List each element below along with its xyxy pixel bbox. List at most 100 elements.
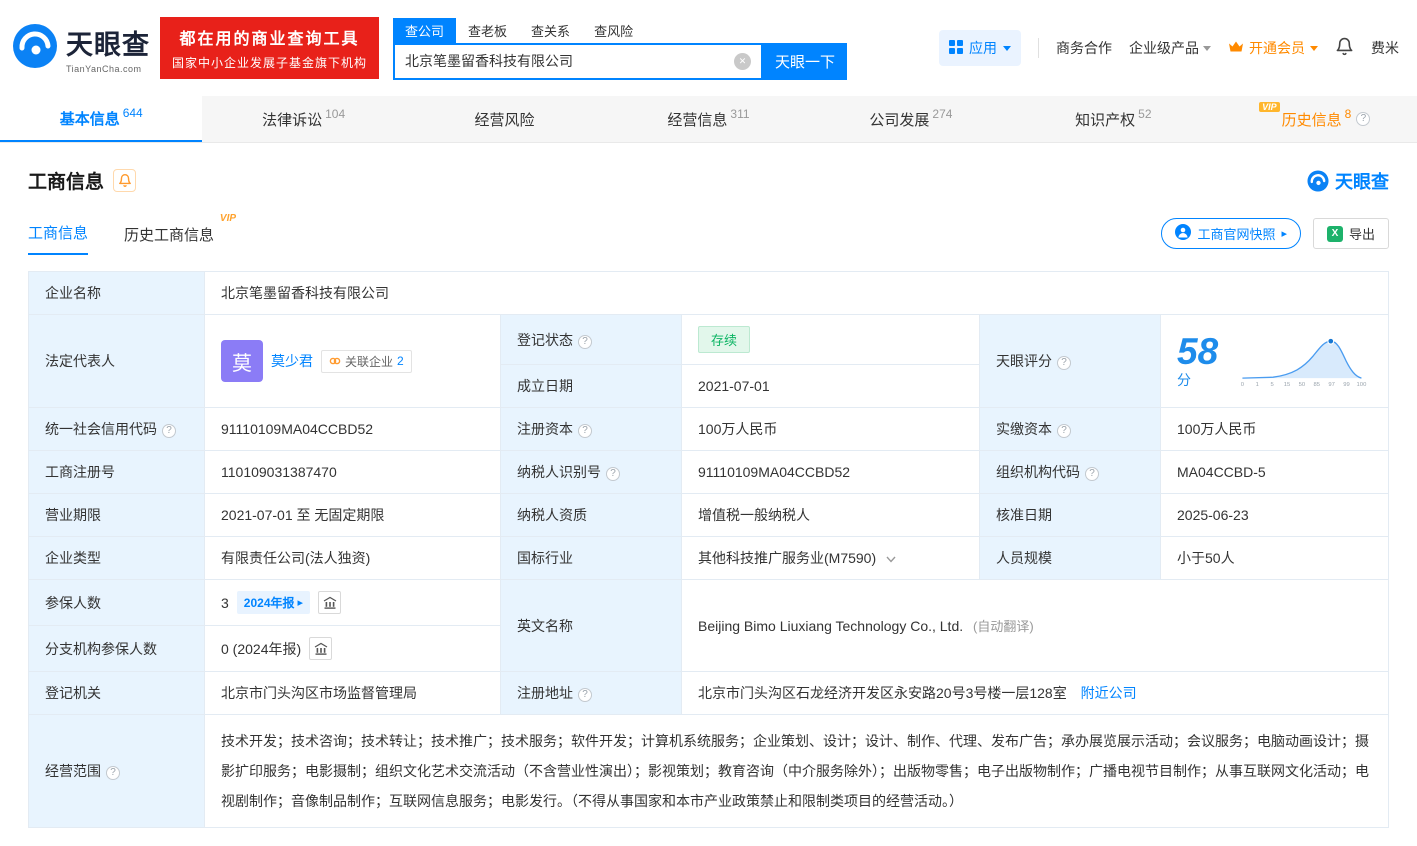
credit-code-label: 统一社会信用代码: [28, 407, 205, 451]
tab-business-info[interactable]: 经营信息 311: [607, 96, 809, 142]
help-icon[interactable]: [1356, 112, 1371, 126]
help-icon[interactable]: [578, 424, 592, 438]
avatar[interactable]: 莫: [221, 340, 263, 382]
open-vip-link[interactable]: 开通会员: [1228, 38, 1318, 58]
snapshot-label: 工商官网快照: [1197, 227, 1276, 242]
tab-legal-proceedings[interactable]: 法律诉讼 104: [202, 96, 404, 142]
divider: [1038, 38, 1039, 58]
tab-label: 公司发展: [869, 111, 930, 129]
export-button[interactable]: 导出: [1312, 218, 1389, 249]
org-code-label: 组织机构代码: [979, 450, 1161, 494]
table-row: 参保人数 3 2024年报 ▸ 英文名称 Beijing Bimo Liuxia…: [28, 579, 1389, 672]
table-row: 企业类型 有限责任公司(法人独资) 国标行业 其他科技推广服务业(M7590) …: [28, 536, 1389, 580]
help-icon[interactable]: [1057, 356, 1071, 370]
business-scope-label: 经营范围: [28, 714, 205, 828]
nearby-companies-link[interactable]: 附近公司: [1081, 685, 1137, 701]
registry-value: 北京市门头沟区市场监督管理局: [204, 671, 501, 715]
promo-line1: 都在用的商业查询工具: [179, 31, 360, 48]
help-icon[interactable]: [1085, 467, 1099, 481]
table-row: 工商注册号 110109031387470 纳税人识别号 91110109MA0…: [28, 450, 1389, 494]
chevron-down-icon[interactable]: [886, 550, 896, 566]
business-cooperation-link[interactable]: 商务合作: [1056, 38, 1112, 58]
tianyancha-logo[interactable]: 天眼查 TianYanCha.com: [12, 23, 150, 74]
search-tab-relation[interactable]: 查关系: [519, 18, 582, 43]
related-companies-tag[interactable]: 关联企业 2: [321, 349, 412, 373]
apps-button[interactable]: 应用: [939, 30, 1021, 66]
score-unit: 分: [1177, 371, 1191, 388]
approved-date-label: 核准日期: [979, 493, 1161, 537]
enterprise-products-link[interactable]: 企业级产品: [1129, 38, 1211, 58]
header-right-menu: 应用 商务合作 企业级产品 开通会员 费米: [939, 30, 1399, 66]
search-tab-boss[interactable]: 查老板: [456, 18, 519, 43]
taxpayer-id-label: 纳税人识别号: [500, 450, 682, 494]
subscribe-bell-icon[interactable]: [113, 169, 137, 192]
subtab-history-registration[interactable]: 历史工商信息 VIP: [124, 213, 236, 255]
help-icon[interactable]: [1057, 424, 1071, 438]
annual-report-tag[interactable]: 2024年报: [236, 591, 311, 614]
person-circle-icon: [1175, 224, 1192, 243]
apps-label: 应用: [969, 40, 997, 56]
svg-text:97: 97: [1328, 382, 1335, 388]
status-cell: 存续: [681, 314, 980, 365]
credit-code-value: 91110109MA04CCBD52: [204, 407, 501, 451]
help-icon[interactable]: [578, 334, 592, 349]
subtab-label: 历史工商信息: [124, 227, 215, 244]
search-box: [393, 42, 764, 80]
notification-bell-icon[interactable]: [1335, 36, 1354, 60]
insured-label: 参保人数: [28, 579, 205, 626]
table-row: 登记机关 北京市门头沟区市场监督管理局 注册地址 北京市门头沟区石龙经济开发区永…: [28, 671, 1389, 715]
clear-search-icon[interactable]: [734, 52, 752, 70]
status-badge: 存续: [698, 326, 751, 353]
business-term-label: 营业期限: [28, 493, 205, 537]
help-icon[interactable]: [606, 467, 620, 481]
help-icon[interactable]: [162, 424, 176, 438]
reg-capital-value: 100万人民币: [681, 407, 980, 451]
tab-intellectual-property[interactable]: 知识产权 52: [1012, 96, 1214, 142]
subtab-business-registration[interactable]: 工商信息: [28, 222, 89, 255]
tab-company-development[interactable]: 公司发展 274: [810, 96, 1012, 142]
taxpayer-id-value: 91110109MA04CCBD52: [681, 450, 980, 494]
crown-icon: [1228, 40, 1244, 56]
enterprise-products-label: 企业级产品: [1129, 40, 1199, 56]
help-icon[interactable]: [106, 766, 120, 780]
svg-text:85: 85: [1313, 382, 1320, 388]
tab-label: 经营信息: [667, 111, 728, 129]
annual-report-doc-icon[interactable]: [318, 591, 342, 614]
table-row: 法定代表人 莫 莫少君 关联企业 2 登记状态? 存续 天眼评分? 58分 0 …: [28, 314, 1389, 408]
tab-count: 104: [325, 107, 346, 121]
reg-number-value: 110109031387470: [204, 450, 501, 494]
official-snapshot-button[interactable]: 工商官网快照: [1161, 218, 1301, 249]
promo-line2: 国家中小企业发展子基金旗下机构: [172, 56, 368, 70]
tab-label: 知识产权: [1075, 111, 1136, 129]
annual-report-doc-icon[interactable]: [309, 637, 333, 660]
search-tab-company[interactable]: 查公司: [393, 17, 457, 43]
company-section-nav: 基本信息 644 法律诉讼 104 经营风险 经营信息 311 公司发展 274…: [0, 96, 1417, 143]
tab-operational-risk[interactable]: 经营风险: [405, 96, 607, 142]
business-registration-table: 企业名称 北京笔墨留香科技有限公司 法定代表人 莫 莫少君 关联企业 2 登记状…: [28, 271, 1389, 828]
tab-basic-info[interactable]: 基本信息 644: [0, 96, 203, 142]
help-icon[interactable]: [578, 688, 592, 702]
export-label: 导出: [1348, 227, 1375, 242]
search-button[interactable]: 天眼一下: [763, 42, 848, 80]
industry-label: 国标行业: [500, 536, 682, 580]
brand-domain: TianYanCha.com: [66, 63, 142, 74]
svg-text:100: 100: [1356, 382, 1367, 388]
reg-number-label: 工商注册号: [28, 450, 205, 494]
score-cell[interactable]: 58分 0 1 5 15 50 85 97 99 100: [1160, 314, 1389, 408]
table-row: 营业期限 2021-07-01 至 无固定期限 纳税人资质 增值税一般纳税人 核…: [28, 493, 1389, 537]
business-info-card: 工商信息 天眼查 工商信息 历史工商信息 VIP 工商官网快照 ▸ X 导出 企…: [0, 143, 1417, 846]
staff-size-label: 人员规模: [979, 536, 1161, 580]
english-name-label: 英文名称: [500, 579, 682, 672]
svg-text:0: 0: [1241, 382, 1245, 388]
table-row: 企业名称 北京笔墨留香科技有限公司: [28, 271, 1389, 315]
related-count: 2: [397, 354, 404, 368]
search-tab-risk[interactable]: 查风险: [582, 18, 645, 43]
user-name[interactable]: 费米: [1371, 38, 1399, 58]
legal-rep-label: 法定代表人: [28, 314, 205, 408]
insured-count: 3: [221, 594, 229, 611]
search-input[interactable]: [405, 53, 735, 69]
subtab-row: 工商信息 历史工商信息 VIP 工商官网快照 导出: [28, 213, 1389, 255]
excel-icon: [1326, 225, 1343, 242]
legal-rep-name-link[interactable]: 莫少君: [271, 351, 313, 371]
tab-history-info[interactable]: VIP 历史信息 8: [1215, 96, 1417, 142]
